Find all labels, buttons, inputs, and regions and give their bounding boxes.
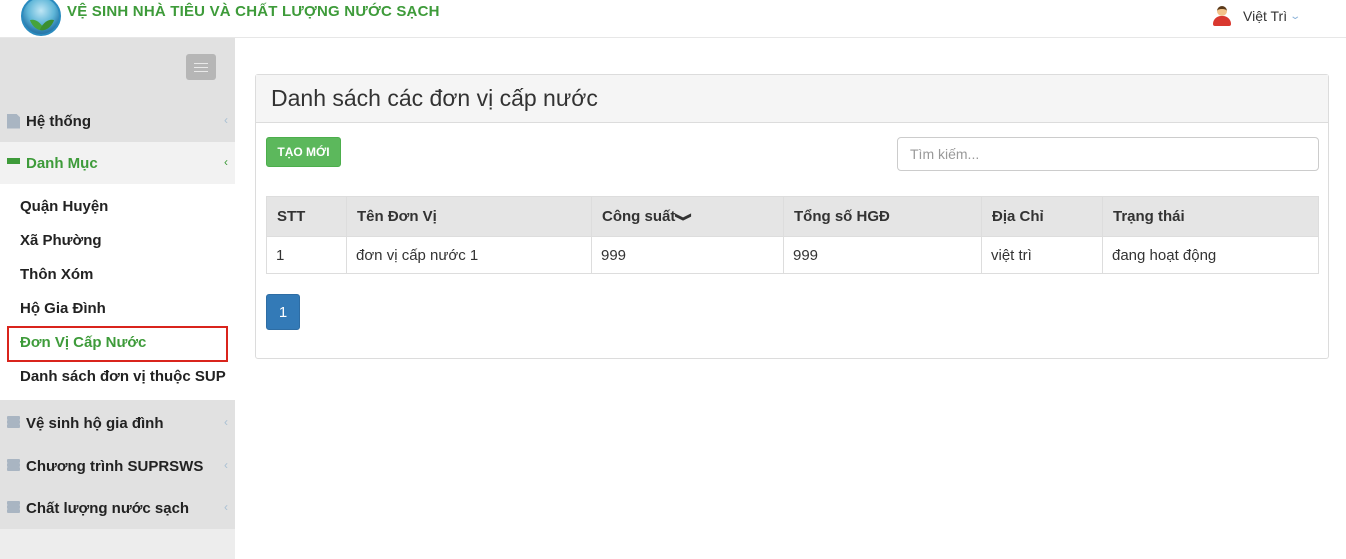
sidebar-item-label: Chương trình SUPRSWS — [26, 457, 204, 475]
cell-cong-suat: 999 — [591, 236, 784, 274]
sidebar-item-he-thong[interactable]: Hệ thống ‹ — [0, 100, 235, 142]
column-header-cong-suat[interactable]: Công suất❯ — [591, 196, 784, 237]
user-name: Việt Trì — [1243, 8, 1288, 24]
chevron-left-icon: ‹ — [224, 415, 228, 429]
column-header-stt[interactable]: STT — [266, 196, 347, 237]
sidebar: Hệ thống ‹ Danh Mục ‹ Quận Huyện Xã Phườ… — [0, 38, 235, 529]
chevron-down-icon: ⌄ — [1289, 10, 1302, 22]
submenu-danh-muc: Quận Huyện Xã Phường Thôn Xóm Hộ Gia Đìn… — [0, 184, 235, 400]
cell-ten-don-vi: đơn vị cấp nước 1 — [346, 236, 592, 274]
server-icon — [7, 458, 20, 474]
create-button[interactable]: TẠO MỚI — [266, 137, 341, 167]
server-icon — [7, 500, 20, 516]
user-avatar-icon — [1211, 5, 1233, 27]
table-row[interactable]: 1 đơn vị cấp nước 1 999 999 việt trì đan… — [266, 236, 1319, 274]
submenu-item-ho-gia-dinh[interactable]: Hộ Gia Đình — [20, 300, 106, 317]
top-bar: VỆ SINH NHÀ TIÊU VÀ CHẤT LƯỢNG NƯỚC SẠCH… — [0, 0, 1346, 38]
server-icon — [7, 415, 20, 431]
cell-dia-chi: việt trì — [981, 236, 1103, 274]
sidebar-item-danh-muc[interactable]: Danh Mục ‹ — [0, 142, 235, 184]
submenu-item-quan-huyen[interactable]: Quận Huyện — [20, 198, 108, 215]
search-input[interactable] — [897, 137, 1319, 171]
submenu-item-danh-sach-don-vi-sup[interactable]: Danh sách đơn vị thuộc SUP — [20, 368, 226, 385]
app-title: VỆ SINH NHÀ TIÊU VÀ CHẤT LƯỢNG NƯỚC SẠCH — [67, 3, 440, 20]
submenu-item-thon-xom[interactable]: Thôn Xóm — [20, 266, 93, 283]
user-menu[interactable]: Việt Trì ⌄ — [1211, 5, 1302, 27]
chevron-left-icon: ‹ — [224, 155, 228, 169]
chevron-left-icon: ‹ — [224, 458, 228, 472]
sort-chevron-down-icon: ❯ — [675, 211, 694, 223]
content-panel: Danh sách các đơn vị cấp nước TẠO MỚI ST… — [255, 74, 1329, 359]
cell-trang-thai: đang hoạt động — [1102, 236, 1319, 274]
page-title: Danh sách các đơn vị cấp nước — [256, 75, 1328, 123]
cell-stt: 1 — [266, 236, 347, 274]
sidebar-item-label: Chất lượng nước sạch — [26, 499, 190, 517]
menu-toggle-button[interactable] — [186, 54, 216, 80]
sidebar-item-chuong-trinh-suprsws[interactable]: Chương trình SUPRSWS ‹ — [0, 445, 235, 487]
sidebar-item-label: Hệ thống — [26, 112, 91, 130]
file-icon — [7, 113, 20, 129]
sidebar-item-chat-luong-nuoc-sach[interactable]: Chất lượng nước sạch ‹ — [0, 487, 235, 529]
logo-icon[interactable] — [21, 0, 61, 36]
sidebar-footer — [0, 529, 235, 559]
chevron-left-icon: ‹ — [224, 113, 228, 127]
column-header-dia-chi[interactable]: Địa Chỉ — [981, 196, 1103, 237]
current-item-highlight — [7, 326, 228, 362]
sidebar-item-ve-sinh-ho-gia-dinh[interactable]: Vệ sinh hộ gia đình ‹ — [0, 402, 235, 444]
column-header-ten-don-vi[interactable]: Tên Đơn Vị — [346, 196, 592, 237]
column-header-tong-so-hgd[interactable]: Tổng số HGĐ — [783, 196, 982, 237]
pagination-page-1[interactable]: 1 — [266, 294, 300, 330]
sidebar-item-label: Vệ sinh hộ gia đình — [26, 414, 164, 432]
cell-tong-so-hgd: 999 — [783, 236, 982, 274]
table-header-row: STT Tên Đơn Vị Công suất❯ Tổng số HGĐ Đị… — [266, 196, 1319, 237]
submenu-item-xa-phuong[interactable]: Xã Phường — [20, 232, 102, 249]
units-table: STT Tên Đơn Vị Công suất❯ Tổng số HGĐ Đị… — [266, 196, 1319, 274]
column-header-trang-thai[interactable]: Trạng thái — [1102, 196, 1319, 237]
sidebar-item-label: Danh Mục — [26, 154, 98, 172]
list-icon — [7, 156, 20, 171]
chevron-left-icon: ‹ — [224, 500, 228, 514]
